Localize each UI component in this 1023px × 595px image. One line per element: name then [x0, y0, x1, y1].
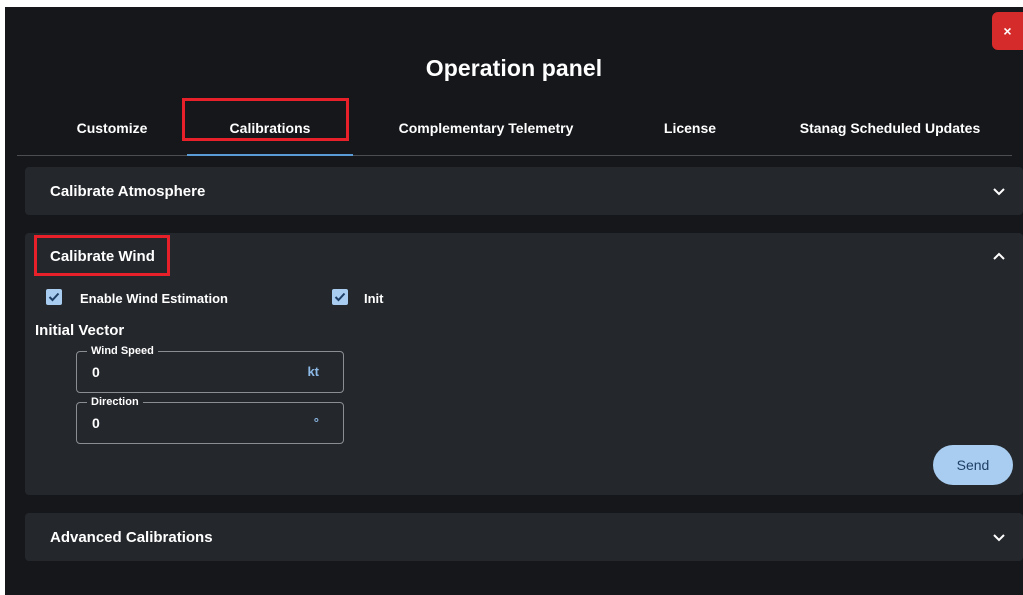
check-icon: [334, 292, 346, 302]
wind-speed-label: Wind Speed: [87, 344, 158, 358]
direction-input[interactable]: [92, 415, 272, 431]
tab-license[interactable]: License: [645, 101, 735, 155]
tab-calibrations[interactable]: Calibrations: [187, 101, 353, 156]
tab-bar: Customize Calibrations Complementary Tel…: [17, 101, 1012, 156]
panel-header-calibrate-wind[interactable]: Calibrate Wind: [25, 233, 1023, 283]
chevron-up-icon: [993, 252, 1005, 260]
panel-calibrate-wind: Calibrate Wind Enable Wind Estimation In…: [25, 233, 1023, 495]
wind-speed-field[interactable]: Wind Speed kt: [76, 344, 344, 393]
panel-advanced-calibrations: Advanced Calibrations: [25, 513, 1023, 561]
wind-speed-input[interactable]: [92, 364, 272, 380]
enable-wind-estimation-label: Enable Wind Estimation: [80, 291, 228, 306]
tab-customize[interactable]: Customize: [57, 101, 167, 155]
chevron-down-icon: [993, 188, 1005, 196]
panel-title: Calibrate Wind: [50, 248, 155, 265]
panel-header-calibrate-atmosphere[interactable]: Calibrate Atmosphere: [25, 167, 1023, 217]
check-icon: [48, 292, 60, 302]
direction-unit: °: [313, 415, 319, 430]
panel-title: Advanced Calibrations: [50, 529, 213, 546]
panel-calibrate-atmosphere: Calibrate Atmosphere: [25, 167, 1023, 215]
close-icon: ×: [1003, 23, 1012, 39]
dialog-title: Operation panel: [425, 55, 603, 81]
wind-speed-unit: kt: [307, 364, 319, 379]
panel-header-advanced-calibrations[interactable]: Advanced Calibrations: [25, 513, 1023, 563]
tab-stanag-scheduled-updates[interactable]: Stanag Scheduled Updates: [785, 101, 995, 155]
enable-wind-estimation-checkbox[interactable]: [46, 289, 62, 305]
init-checkbox[interactable]: [332, 289, 348, 305]
initial-vector-label: Initial Vector: [35, 322, 125, 339]
operation-panel-dialog: Operation panel Customize Calibrations C…: [5, 7, 1023, 595]
send-button[interactable]: Send: [933, 445, 1013, 485]
direction-field[interactable]: Direction °: [76, 395, 344, 444]
init-label: Init: [364, 291, 384, 306]
tab-complementary-telemetry[interactable]: Complementary Telemetry: [391, 101, 581, 155]
direction-label: Direction: [87, 395, 143, 409]
panel-title: Calibrate Atmosphere: [50, 183, 206, 200]
close-button[interactable]: ×: [992, 12, 1023, 50]
chevron-down-icon: [993, 534, 1005, 542]
